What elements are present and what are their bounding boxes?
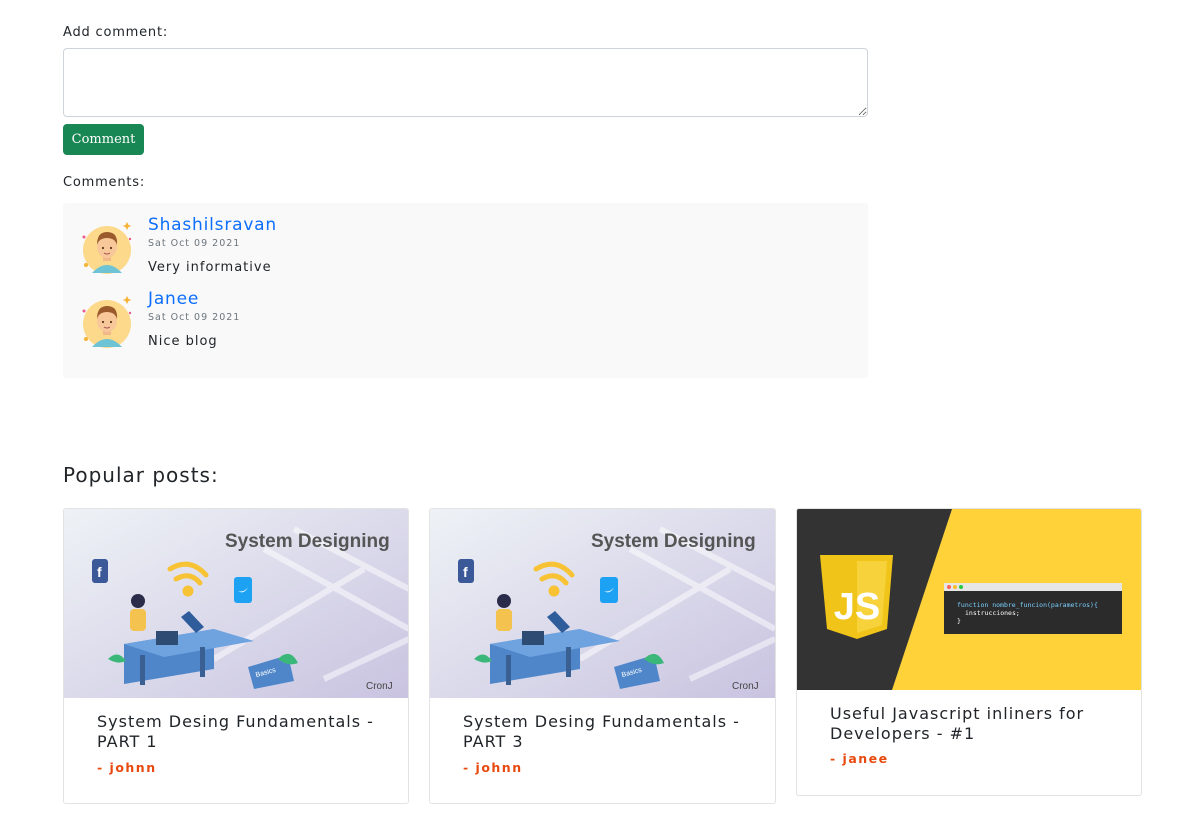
popular-posts-heading: Popular posts: — [63, 463, 219, 487]
comment-submit-button[interactable]: Comment — [63, 124, 144, 155]
post-card[interactable]: System Designing f Basics CronJ System D… — [63, 508, 409, 804]
post-author: - johnn — [97, 760, 157, 775]
post-title[interactable]: System Desing Fundamentals - PART 1 — [97, 712, 387, 752]
post-author: - janee — [830, 751, 889, 766]
facebook-icon: f — [92, 559, 108, 583]
post-card[interactable]: System Designing f Basics CronJ System D… — [429, 508, 776, 804]
js-logo-text: JS — [834, 586, 880, 628]
svg-text:f: f — [463, 564, 468, 580]
user-avatar-icon — [82, 222, 132, 274]
facebook-icon: f — [458, 559, 474, 583]
post-author: - johnn — [463, 760, 523, 775]
comment-author-link[interactable]: Janee — [148, 289, 199, 309]
comment-item: Shashilsravan Sat Oct 09 2021 Very infor… — [80, 203, 780, 275]
twitter-icon — [234, 577, 252, 603]
thumb-brand: CronJ — [366, 681, 393, 692]
code-line-2: instrucciones; — [965, 609, 1020, 617]
comment-date: Sat Oct 09 2021 — [148, 312, 241, 323]
post-thumbnail: System Designing f Basics CronJ — [64, 509, 408, 698]
twitter-icon — [600, 577, 618, 603]
code-line-1: function nombre_funcion(parametros){ — [957, 601, 1098, 609]
post-title[interactable]: Useful Javascript inliners for Developer… — [830, 704, 1120, 744]
comment-item: Janee Sat Oct 09 2021 Nice blog — [80, 277, 780, 349]
user-avatar-icon — [82, 296, 132, 348]
add-comment-label: Add comment: — [63, 25, 169, 40]
thumb-brand: CronJ — [732, 681, 759, 692]
post-thumbnail: JS function nombre_funcion(parametros){ … — [797, 509, 1141, 690]
comment-text: Very informative — [148, 260, 272, 275]
thumb-heading: System Designing — [225, 531, 390, 552]
comments-list: Shashilsravan Sat Oct 09 2021 Very infor… — [63, 203, 868, 378]
thumb-heading: System Designing — [591, 531, 756, 552]
comments-label: Comments: — [63, 175, 146, 190]
comment-author-link[interactable]: Shashilsravan — [148, 215, 277, 235]
post-title[interactable]: System Desing Fundamentals - PART 3 — [463, 712, 753, 752]
js-logo-icon: JS — [820, 555, 893, 639]
svg-text:f: f — [97, 564, 102, 580]
comment-input[interactable] — [63, 48, 868, 117]
code-line-3: } — [957, 617, 961, 625]
post-card[interactable]: JS function nombre_funcion(parametros){ … — [796, 508, 1142, 796]
comment-text: Nice blog — [148, 334, 218, 349]
comment-date: Sat Oct 09 2021 — [148, 238, 241, 249]
post-thumbnail: System Designing f Basics CronJ — [430, 509, 775, 698]
